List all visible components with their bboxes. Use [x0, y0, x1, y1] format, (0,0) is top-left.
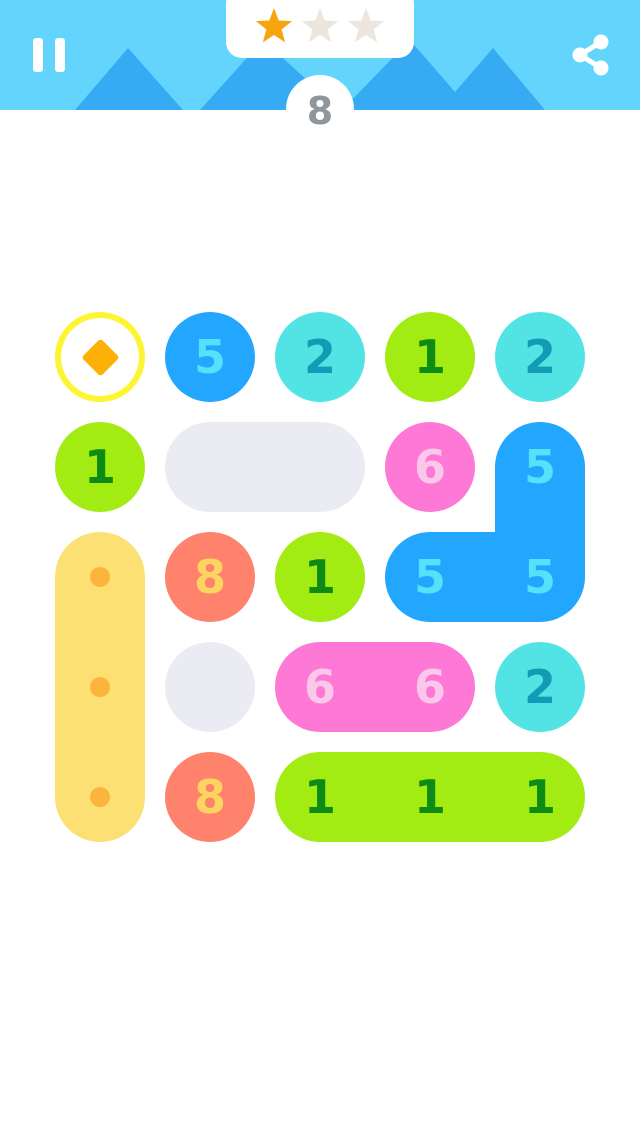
block-number: 1 — [413, 330, 446, 384]
block-cyan[interactable]: 2 — [495, 642, 585, 732]
block-coral[interactable]: 8 — [165, 532, 255, 622]
block-number: 6 — [413, 660, 446, 714]
block-yellow-dots[interactable] — [55, 532, 145, 842]
block-number: 8 — [193, 770, 226, 824]
goal-cell[interactable] — [55, 312, 145, 402]
block-green[interactable]: 1 — [55, 422, 145, 512]
block-green[interactable]: 1 1 1 — [275, 752, 585, 842]
block-number: 1 — [83, 440, 116, 494]
block-number: 1 — [303, 770, 336, 824]
empty-slot[interactable] — [165, 642, 255, 732]
block-cyan[interactable]: 2 — [495, 312, 585, 402]
block-green[interactable]: 1 — [275, 532, 365, 622]
block-number: 1 — [413, 770, 446, 824]
block-number: 5 — [523, 550, 556, 604]
game-board: 5 2 1 2 1 6 5 5 5 8 1 66 2 8 1 1 1 — [0, 0, 640, 1136]
dot — [90, 677, 110, 697]
block-number: 1 — [523, 770, 556, 824]
block-number: 1 — [303, 550, 336, 604]
block-number: 8 — [193, 550, 226, 604]
block-number: 6 — [303, 660, 336, 714]
diamond-icon — [80, 337, 120, 377]
empty-slot[interactable] — [165, 422, 365, 512]
block-blue-L[interactable]: 5 5 5 — [385, 422, 585, 622]
dot — [90, 567, 110, 587]
block-number: 2 — [523, 660, 556, 714]
block-number: 5 — [193, 330, 226, 384]
block-coral[interactable]: 8 — [165, 752, 255, 842]
block-number: 5 — [413, 550, 446, 604]
block-green[interactable]: 1 — [385, 312, 475, 402]
block-cyan[interactable]: 2 — [275, 312, 365, 402]
block-number: 2 — [303, 330, 336, 384]
dot — [90, 787, 110, 807]
block-number: 2 — [523, 330, 556, 384]
block-number: 5 — [523, 440, 556, 494]
block-blue[interactable]: 5 — [165, 312, 255, 402]
block-pink[interactable]: 66 — [275, 642, 475, 732]
